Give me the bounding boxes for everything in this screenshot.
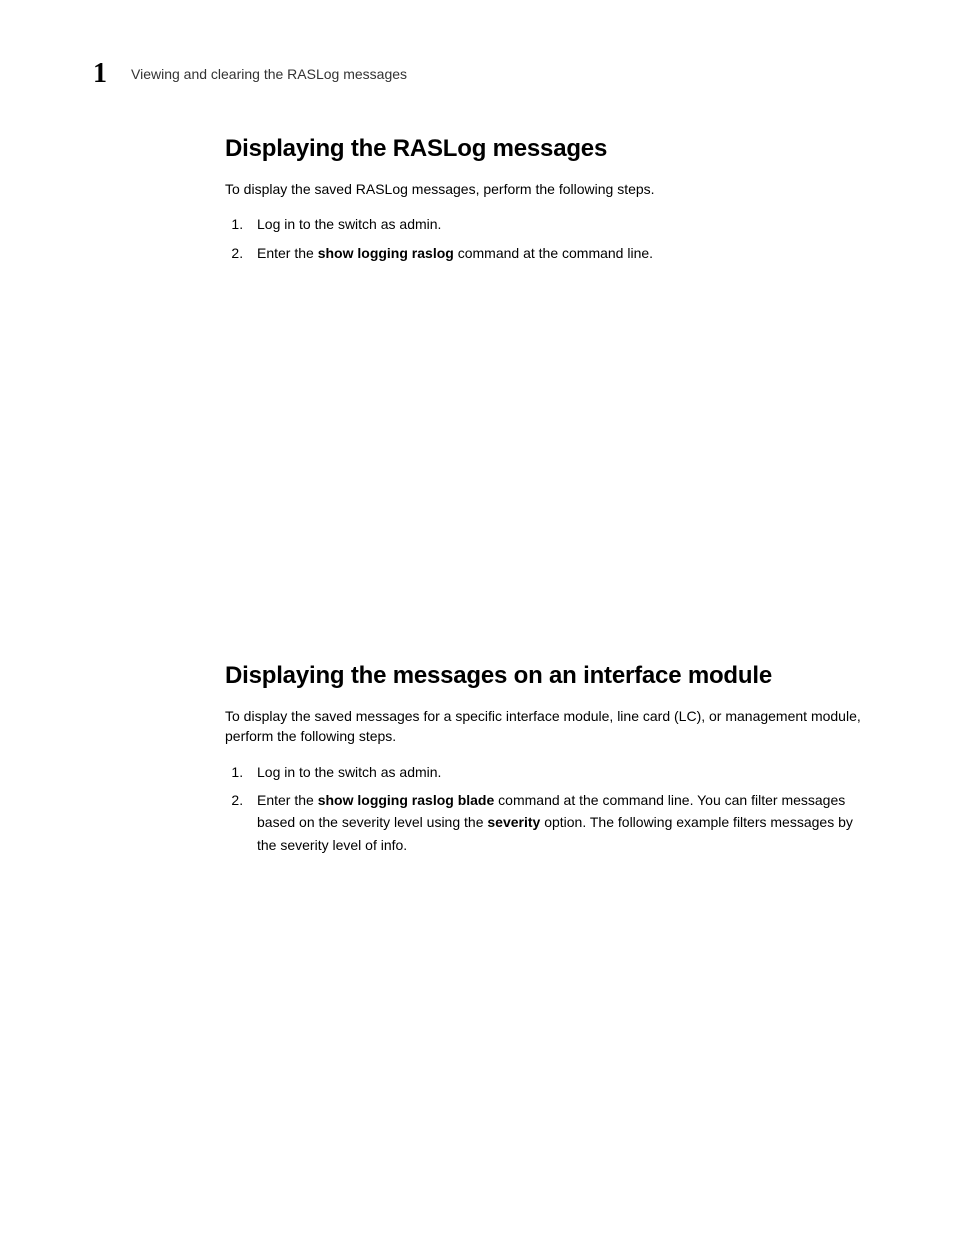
step-text: Log in to the switch as admin. <box>257 764 441 780</box>
header-title: Viewing and clearing the RASLog messages <box>131 66 407 82</box>
section1-step-2: Enter the show logging raslog command at… <box>247 242 865 264</box>
section2-wrapper: Displaying the messages on an interface … <box>225 662 865 856</box>
section-heading-interface-module: Displaying the messages on an interface … <box>225 662 865 690</box>
command-text: show logging raslog <box>318 245 454 261</box>
page: 1 Viewing and clearing the RASLog messag… <box>0 0 954 1235</box>
section1-step-1: Log in to the switch as admin. <box>247 213 865 235</box>
step-text: Log in to the switch as admin. <box>257 216 441 232</box>
section1-intro: To display the saved RASLog messages, pe… <box>225 179 865 199</box>
chapter-number: 1 <box>93 60 107 88</box>
section-heading-displaying-raslog: Displaying the RASLog messages <box>225 135 865 163</box>
option-text: severity <box>487 814 540 830</box>
main-content: Displaying the RASLog messages To displa… <box>225 135 865 880</box>
section1-steps: Log in to the switch as admin. Enter the… <box>225 213 865 264</box>
command-text: show logging raslog blade <box>318 792 495 808</box>
page-header: 1 Viewing and clearing the RASLog messag… <box>93 60 874 88</box>
section2-step-1: Log in to the switch as admin. <box>247 761 865 783</box>
step-text-pre: Enter the <box>257 792 318 808</box>
section2-steps: Log in to the switch as admin. Enter the… <box>225 761 865 857</box>
section2-step-2: Enter the show logging raslog blade comm… <box>247 789 865 856</box>
step-text-post: command at the command line. <box>454 245 653 261</box>
step-text-pre: Enter the <box>257 245 318 261</box>
section2-intro: To display the saved messages for a spec… <box>225 706 865 747</box>
